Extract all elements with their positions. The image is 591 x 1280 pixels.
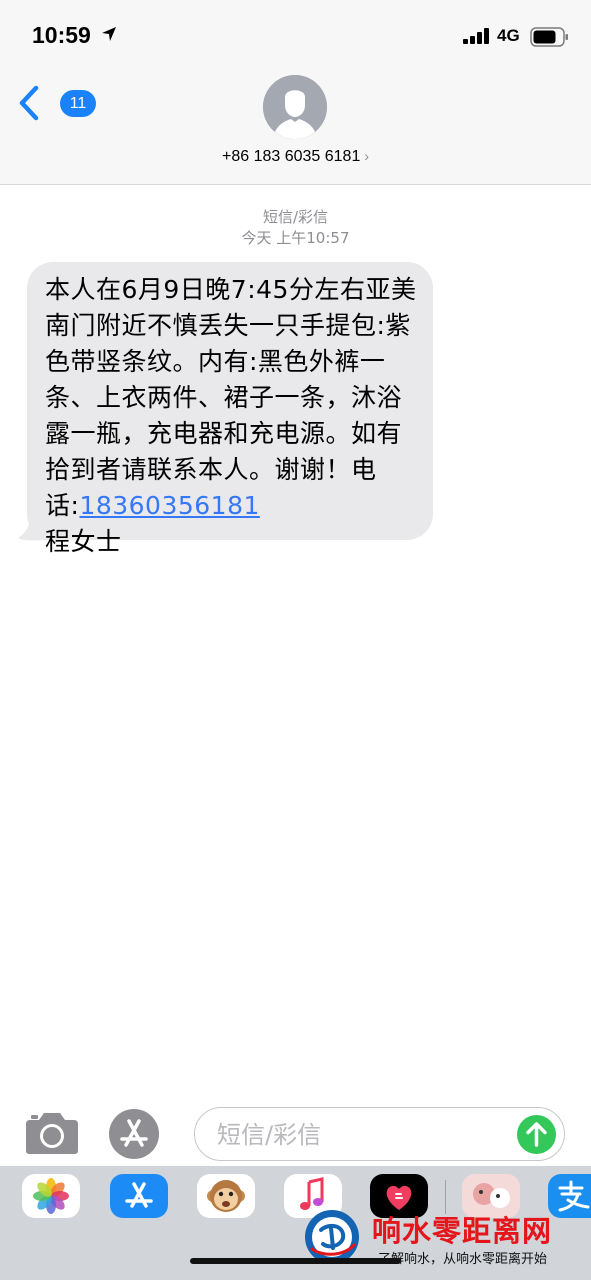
arrow-up-icon [526, 1122, 547, 1147]
message-timestamp: 今天 上午10:57 [241, 229, 350, 247]
chevron-left-icon [19, 85, 39, 121]
alipay-icon [558, 1180, 590, 1212]
battery-icon [530, 27, 568, 47]
animoji-app[interactable] [197, 1174, 255, 1218]
app-store-button[interactable] [109, 1109, 159, 1159]
app-store-app[interactable] [110, 1174, 168, 1218]
alipay-app[interactable] [548, 1174, 591, 1218]
status-time: 10:59 [32, 22, 91, 48]
message-input-container [194, 1107, 565, 1161]
message-text: 本人在6月9日晚7:45分左右亚美南门附近不慎丢失一只手提包:紫色带竖条纹。内有… [45, 272, 425, 560]
contact-avatar[interactable] [263, 75, 327, 139]
message-signature: 程女士 [45, 527, 122, 556]
person-icon [263, 75, 327, 139]
app-store-icon [125, 1182, 153, 1208]
chevron-right-icon: › [364, 148, 370, 164]
network-type: 4G [497, 26, 520, 45]
camera-icon [26, 1113, 78, 1154]
message-body: 本人在6月9日晚7:45分左右亚美南门附近不慎丢失一只手提包:紫色带竖条纹。内有… [45, 275, 417, 520]
service-label: 短信/彩信 [262, 208, 329, 226]
phone-number-link[interactable]: 18360356181 [79, 491, 259, 520]
photos-app[interactable] [22, 1174, 80, 1218]
send-button[interactable] [517, 1115, 556, 1154]
camera-button[interactable] [24, 1110, 80, 1156]
cellular-signal-icon [463, 28, 489, 44]
back-button[interactable]: 11 [18, 85, 96, 121]
watermark-subtitle: 了解响水，从响水零距离开始 [378, 1252, 548, 1267]
message-input[interactable] [215, 1116, 509, 1154]
photos-icon [33, 1178, 69, 1214]
app-store-icon [120, 1119, 148, 1147]
monkey-icon [207, 1180, 245, 1212]
watermark-title: 响水零距离网 [372, 1214, 553, 1248]
location-arrow-icon [102, 27, 116, 41]
status-bar: 10:59 4G [0, 0, 591, 70]
contact-number: +86 183 6035 6181 [221, 148, 361, 165]
unread-count-badge: 11 [60, 90, 96, 117]
contact-name[interactable]: +86 183 6035 6181 › [0, 148, 591, 166]
home-indicator[interactable] [190, 1258, 401, 1264]
